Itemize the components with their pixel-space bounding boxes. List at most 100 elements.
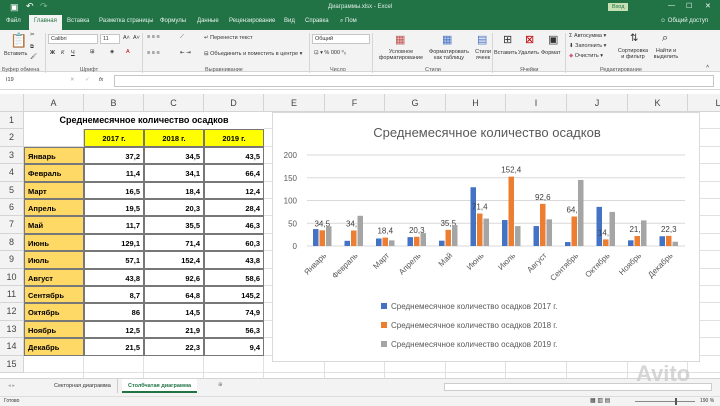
bar-2017[interactable] [502, 220, 508, 246]
find-icon[interactable]: ⌕ [662, 32, 668, 45]
month-cell[interactable]: Ноябрь [24, 320, 84, 339]
column-header[interactable]: D [204, 94, 264, 112]
value-cell[interactable]: 43,5 [204, 146, 264, 165]
bar-2017[interactable] [376, 238, 382, 246]
bar-2019[interactable] [357, 215, 364, 246]
view-normal-icon[interactable]: ▦ ▥ ▤ [590, 397, 610, 404]
paste-icon[interactable]: 📋 [10, 32, 27, 49]
cancel-icon[interactable]: ✕ [70, 77, 75, 83]
bar-2019[interactable] [515, 226, 521, 246]
sort-filter-icon[interactable]: ⇅ [630, 33, 638, 44]
tab-page-layout[interactable]: Разметка страницы [99, 18, 153, 24]
value-cell[interactable]: 71,4 [144, 233, 204, 252]
row-header[interactable]: 3 [0, 146, 24, 165]
fill-button[interactable]: ⬇ Заполнить ▾ [569, 43, 606, 49]
cut-icon[interactable]: ✂ [30, 32, 35, 38]
year-header[interactable]: 2017 г. [84, 129, 144, 147]
month-cell[interactable]: Октябрь [24, 303, 84, 321]
underline-button[interactable]: Ч [71, 50, 75, 56]
bar-2017[interactable] [470, 187, 477, 246]
chart[interactable]: Среднемесячное количество осадков 0 50 100 1… [272, 112, 700, 362]
delete-cells-icon[interactable]: ⊠ [525, 33, 534, 46]
column-header[interactable]: I [506, 94, 567, 112]
column-header[interactable]: E [264, 94, 325, 112]
value-cell[interactable]: 37,2 [84, 146, 144, 165]
legend-entry[interactable]: Среднемесячное количество осадков 2019 г… [391, 340, 557, 349]
bar-2018[interactable] [445, 229, 452, 246]
value-cell[interactable]: 152,4 [144, 251, 204, 269]
value-cell[interactable]: 11,7 [84, 216, 144, 234]
add-sheet-icon[interactable]: ⊕ [218, 382, 223, 388]
indent-icon[interactable]: ⇤ ⇥ [180, 50, 191, 56]
value-cell[interactable]: 43,8 [84, 268, 144, 286]
merge-center-button[interactable]: ⊟ Объединить и поместить в центре ▾ [204, 51, 302, 57]
insert-cells-button[interactable]: Вставить [494, 50, 517, 56]
bar-2019[interactable] [546, 219, 553, 246]
close-icon[interactable]: ✕ [705, 2, 711, 10]
year-header[interactable]: 2019 г. [204, 129, 264, 147]
month-cell[interactable]: Март [24, 181, 84, 199]
value-cell[interactable]: 20,3 [144, 199, 204, 217]
bold-button[interactable]: Ж [50, 50, 55, 56]
name-box[interactable]: I19 [4, 76, 50, 84]
number-format-select[interactable]: Общий [312, 34, 370, 44]
month-cell[interactable]: Май [24, 216, 84, 234]
bar-2019[interactable] [578, 179, 584, 246]
year-header[interactable]: 2018 г. [144, 129, 204, 147]
clear-button[interactable]: ◆ Очистить ▾ [569, 53, 603, 59]
conditional-format-button[interactable]: Условное форматирование [376, 49, 426, 61]
legend-entry[interactable]: Среднемесячное количество осадков 2017 г… [391, 302, 557, 311]
row-header[interactable]: 8 [0, 233, 24, 252]
bar-2019[interactable] [641, 220, 647, 246]
bar-2019[interactable] [389, 240, 395, 246]
bar-2017[interactable] [407, 237, 414, 246]
bar-2017[interactable] [533, 226, 540, 246]
format-painter-icon[interactable]: 🖌 [30, 54, 37, 60]
tab-help[interactable]: Справка [305, 18, 329, 24]
tab-review[interactable]: Рецензирование [229, 18, 275, 24]
format-cells-icon[interactable]: ▣ [548, 33, 558, 46]
row-header[interactable]: 14 [0, 338, 24, 356]
bar-2017[interactable] [596, 206, 603, 246]
column-header[interactable]: B [84, 94, 144, 112]
bar-2018[interactable] [319, 230, 326, 246]
value-cell[interactable]: 11,4 [84, 164, 144, 182]
shrink-font-icon[interactable]: A˅ [133, 35, 140, 41]
tab-file[interactable]: Файл [6, 18, 21, 24]
value-cell[interactable]: 86 [84, 303, 144, 321]
tab-insert[interactable]: Вставка [67, 18, 89, 24]
bar-2017[interactable] [344, 240, 351, 246]
bar-2017[interactable] [565, 242, 571, 246]
table-title[interactable]: Среднемесячное количество осадков [24, 112, 264, 130]
bar-2017[interactable] [313, 229, 319, 246]
zoom-level[interactable]: 190 % [700, 398, 714, 404]
bar-2018[interactable] [382, 237, 389, 246]
month-cell[interactable]: Сентябрь [24, 286, 84, 304]
value-cell[interactable]: 58,6 [204, 268, 264, 286]
bar-2018[interactable] [477, 213, 483, 246]
tab-data[interactable]: Данные [197, 18, 219, 24]
paste-button[interactable]: Вставить [4, 51, 27, 57]
row-header[interactable]: 4 [0, 164, 24, 182]
align-top-icon[interactable]: ≡ ≡ ≡ [147, 34, 160, 40]
cell-empty[interactable] [24, 129, 84, 147]
bar-2019[interactable] [420, 233, 427, 246]
redo-icon[interactable]: ↷ [40, 1, 48, 12]
tab-search[interactable]: ⌕ Пом [340, 18, 357, 25]
column-header[interactable]: A [24, 94, 84, 112]
font-name-select[interactable]: Calibri [48, 34, 98, 44]
delete-cells-button[interactable]: Удалить [518, 50, 539, 56]
bar-2019[interactable] [326, 226, 332, 246]
bar-2019[interactable] [452, 224, 458, 246]
row-header[interactable]: 6 [0, 199, 24, 217]
align-left-icon[interactable]: ≡ ≡ ≡ [147, 50, 160, 56]
column-header[interactable]: J [567, 94, 628, 112]
value-cell[interactable]: 43,8 [204, 251, 264, 269]
value-cell[interactable]: 66,4 [204, 164, 264, 182]
maximize-icon[interactable]: ☐ [686, 2, 692, 10]
sort-filter-button[interactable]: Сортировка и фильтр [616, 48, 650, 60]
select-all-corner[interactable] [0, 94, 24, 112]
row-header[interactable]: 12 [0, 303, 24, 321]
bar-2018[interactable] [666, 235, 672, 246]
chart-title[interactable]: Среднемесячное количество осадков [373, 125, 601, 140]
